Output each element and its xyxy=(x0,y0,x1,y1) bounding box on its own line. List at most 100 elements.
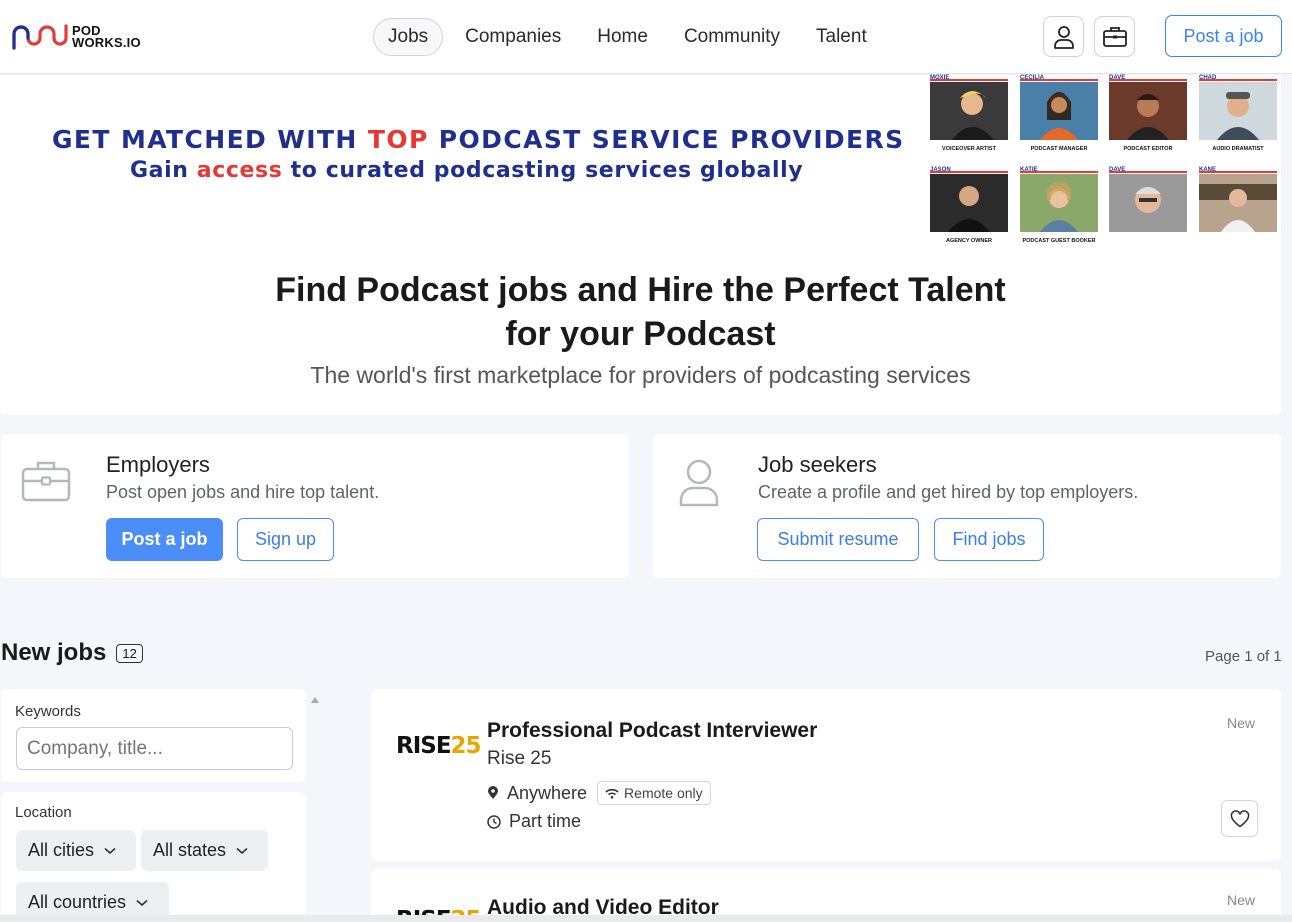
nav-community[interactable]: Community xyxy=(670,19,794,55)
provider-name: KATIE xyxy=(1020,167,1098,173)
company-logo-number: 25 xyxy=(450,733,482,759)
job-location-text: Anywhere xyxy=(507,782,588,803)
keywords-filter: Keywords xyxy=(1,689,306,782)
nav-companies[interactable]: Companies xyxy=(451,19,575,55)
employers-card: Employers Post open jobs and hire top ta… xyxy=(1,434,629,578)
provider-photo xyxy=(1020,174,1098,232)
provider-photo xyxy=(930,82,1008,140)
job-location: Anywhere Remote only xyxy=(487,781,711,805)
provider-photo xyxy=(1199,82,1277,140)
new-badge: New xyxy=(1227,715,1256,731)
header-post-job-button[interactable]: Post a job xyxy=(1165,15,1282,57)
provider-card: MOXIE VOICEOVER ARTIST xyxy=(930,75,1008,153)
remote-badge: Remote only xyxy=(597,781,711,805)
provider-name: DAVE xyxy=(1109,167,1187,173)
brand-line-2: WORKS.IO xyxy=(72,35,141,50)
provider-name: KANE xyxy=(1199,167,1277,173)
hero-title-line-1: Find Podcast jobs and Hire the Perfect T… xyxy=(275,271,1006,309)
banner-headline-pre: GET MATCHED WITH xyxy=(52,125,368,154)
job-seekers-card: Job seekers Create a profile and get hir… xyxy=(653,434,1281,578)
hero-section: GET MATCHED WITH TOP PODCAST SERVICE PRO… xyxy=(0,75,1281,415)
wifi-icon xyxy=(605,788,619,799)
job-seekers-title: Job seekers xyxy=(758,452,877,477)
hero-title: Find Podcast jobs and Hire the Perfect T… xyxy=(0,268,1281,356)
provider-card: DAVE xyxy=(1109,167,1187,238)
chevron-down-icon xyxy=(104,847,116,854)
nav-jobs[interactable]: Jobs xyxy=(373,18,444,56)
state-select[interactable]: All states xyxy=(141,830,268,871)
new-jobs-heading: New jobs 12 xyxy=(1,639,143,667)
provider-card: CHAD AUDIO DRAMATIST xyxy=(1199,75,1277,153)
new-badge: New xyxy=(1227,892,1256,908)
employers-sign-up-button[interactable]: Sign up xyxy=(237,518,334,561)
provider-name: MOXIE xyxy=(930,75,1008,81)
city-select[interactable]: All cities xyxy=(16,830,136,871)
location-pin-icon xyxy=(488,786,498,799)
provider-name: CHAD xyxy=(1199,75,1277,81)
company-logo: RISE25 xyxy=(396,733,482,759)
job-type-text: Part time xyxy=(509,811,582,831)
job-card[interactable]: RISE25 Professional Podcast Interviewer … xyxy=(371,689,1281,861)
provider-photo xyxy=(1109,174,1187,232)
provider-card: CECILIA PODCAST MANAGER xyxy=(1020,75,1098,153)
provider-name: CECILIA xyxy=(1020,75,1098,81)
provider-role: PODCAST MANAGER xyxy=(1030,146,1088,152)
horizontal-scrollbar[interactable] xyxy=(0,915,1292,922)
provider-role: PODCAST GUEST BOOKER xyxy=(1022,238,1096,244)
favorite-button[interactable] xyxy=(1221,800,1258,837)
account-button[interactable] xyxy=(1043,16,1084,57)
provider-card: JASON AGENCY OWNER xyxy=(930,167,1008,245)
clock-icon xyxy=(487,814,501,829)
pagination-info: Page 1 of 1 xyxy=(1205,648,1282,665)
chevron-down-icon xyxy=(136,899,148,906)
provider-card: DAVE PODCAST EDITOR xyxy=(1109,75,1187,153)
briefcase-icon xyxy=(21,461,71,502)
job-title[interactable]: Professional Podcast Interviewer xyxy=(487,719,817,743)
employers-description: Post open jobs and hire top talent. xyxy=(106,482,380,502)
country-select-value: All countries xyxy=(28,892,127,912)
banner-headline-post: PODCAST SERVICE PROVIDERS xyxy=(428,125,905,154)
provider-name: DAVE xyxy=(1109,75,1187,81)
banner-headline: GET MATCHED WITH TOP PODCAST SERVICE PRO… xyxy=(52,125,905,154)
state-select-value: All states xyxy=(153,840,227,860)
heart-icon xyxy=(1230,809,1249,828)
keywords-input[interactable] xyxy=(16,727,293,770)
provider-card: KANE xyxy=(1199,167,1277,238)
new-jobs-title: New jobs xyxy=(1,639,107,666)
employer-button[interactable] xyxy=(1094,16,1135,57)
remote-badge-text: Remote only xyxy=(624,785,703,801)
job-company: Rise 25 xyxy=(487,748,552,769)
podworks-logo[interactable]: POD WORKS.IO xyxy=(10,22,141,52)
filter-scroll-up-arrow[interactable] xyxy=(311,697,319,703)
provider-name: JASON xyxy=(930,167,1008,173)
provider-photo xyxy=(1020,82,1098,140)
banner-subheadline-pre: Gain xyxy=(130,158,197,183)
find-jobs-button[interactable]: Find jobs xyxy=(934,518,1044,561)
provider-role: VOICEOVER ARTIST xyxy=(942,146,996,152)
nav-home[interactable]: Home xyxy=(583,19,662,55)
hero-title-line-2: for your Podcast xyxy=(505,315,776,353)
provider-card: KATIE PODCAST GUEST BOOKER xyxy=(1020,167,1098,245)
banner-subheadline: Gain access to curated podcasting servic… xyxy=(130,158,803,183)
chevron-down-icon xyxy=(236,847,248,854)
provider-role: AUDIO DRAMATIST xyxy=(1212,146,1264,152)
employers-title: Employers xyxy=(106,452,210,477)
company-logo-text: RISE xyxy=(396,733,452,759)
job-seekers-description: Create a profile and get hired by top em… xyxy=(758,482,1139,502)
provider-role: PODCAST EDITOR xyxy=(1123,146,1173,152)
employers-post-job-button[interactable]: Post a job xyxy=(106,518,223,561)
nav-talent[interactable]: Talent xyxy=(802,19,881,55)
job-count-badge: 12 xyxy=(116,643,143,663)
submit-resume-button[interactable]: Submit resume xyxy=(757,518,919,561)
hero-subtitle: The world's first marketplace for provid… xyxy=(310,362,971,388)
banner-subheadline-accent: access xyxy=(196,158,283,183)
podworks-logo-icon xyxy=(12,24,68,50)
user-icon xyxy=(1053,25,1074,49)
brand-name: POD WORKS.IO xyxy=(72,24,141,50)
main-nav: Jobs Companies Home Community Talent xyxy=(373,18,889,56)
provider-photo xyxy=(1109,82,1187,140)
provider-photo xyxy=(930,174,1008,232)
user-icon xyxy=(679,459,719,507)
top-navigation-bar: POD WORKS.IO Jobs Companies Home Communi… xyxy=(0,0,1292,74)
job-type: Part time xyxy=(487,811,581,832)
